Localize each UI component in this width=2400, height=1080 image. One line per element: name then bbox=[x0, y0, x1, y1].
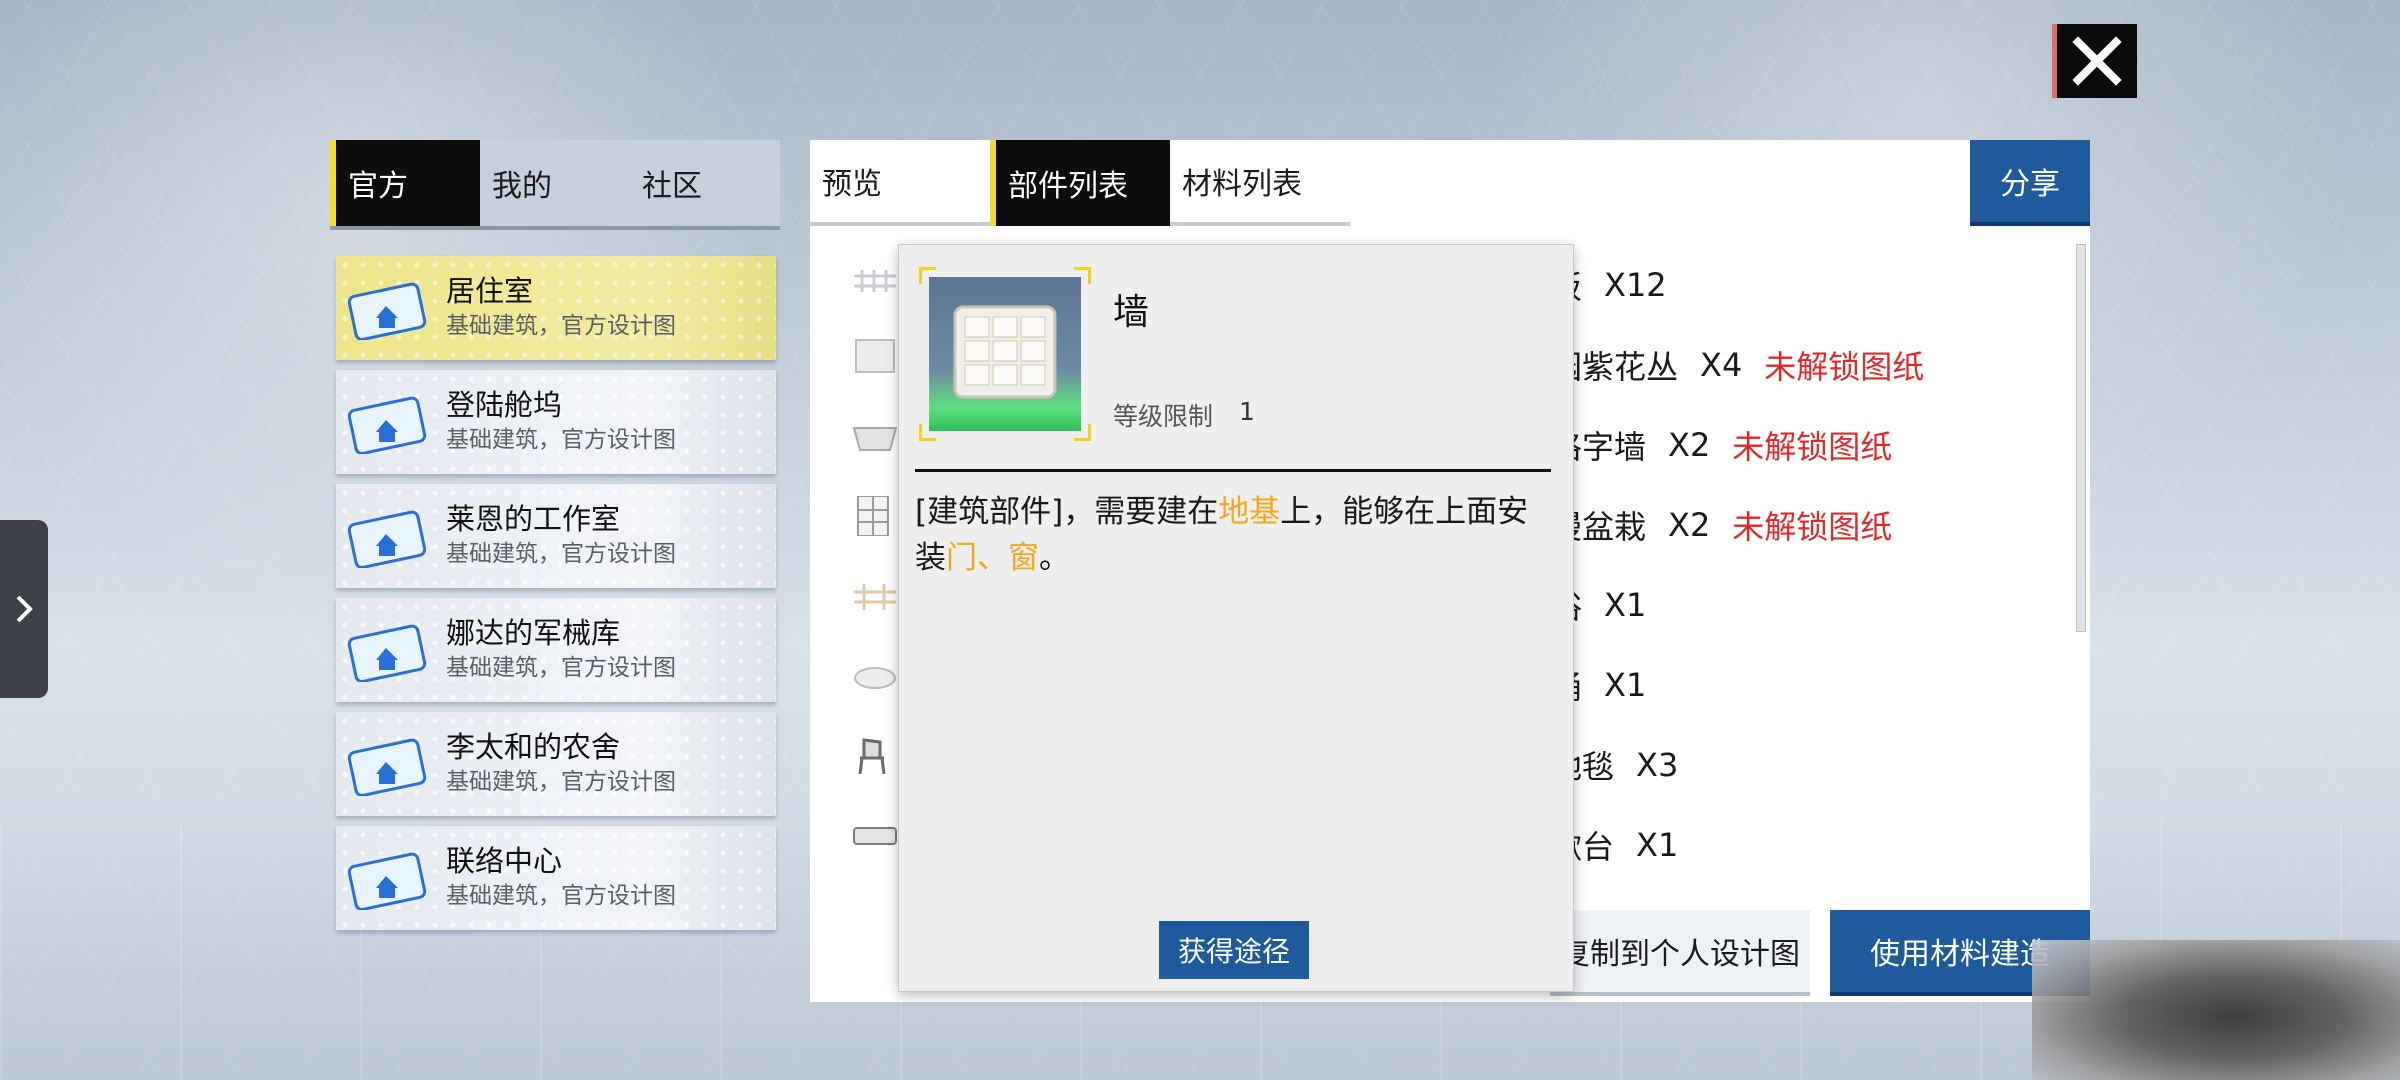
part-description: [建筑部件]，需要建在地基上，能够在上面安装门、窗。 bbox=[915, 489, 1555, 581]
blueprint-icon bbox=[347, 510, 427, 568]
floor-part-icon bbox=[854, 270, 896, 292]
level-limit-label: 等级限制 bbox=[1113, 402, 1214, 431]
design-title: 联络中心 bbox=[446, 844, 563, 878]
design-subtitle: 基础建筑，官方设计图 bbox=[446, 541, 676, 567]
blueprint-icon bbox=[347, 852, 427, 910]
material-row: 格字墙 X2 未解锁图纸 bbox=[1550, 420, 1892, 470]
desc-highlight-door-window: 门、窗 bbox=[946, 540, 1039, 576]
material-qty: X2 bbox=[1668, 426, 1711, 464]
lattice-wall-part-icon bbox=[857, 496, 889, 536]
chair-part-icon bbox=[858, 738, 886, 775]
frame-corner bbox=[919, 267, 936, 284]
design-title: 居住室 bbox=[446, 274, 534, 308]
desc-text: 。 bbox=[1039, 540, 1070, 576]
material-qty: X2 bbox=[1668, 506, 1711, 544]
design-card-contact-center[interactable]: 联络中心 基础建筑，官方设计图 bbox=[336, 826, 776, 930]
level-limit-value: 1 bbox=[1239, 397, 1255, 426]
divider bbox=[915, 469, 1551, 472]
desc-text: [建筑部件]，需要建在 bbox=[915, 494, 1219, 530]
chevron-right-icon bbox=[16, 595, 33, 623]
tab-preview[interactable]: 预览 bbox=[810, 140, 990, 226]
detail-tabs: 预览 部件列表 材料列表 bbox=[810, 140, 1350, 226]
copy-to-personal-button[interactable]: 复制到个人设计图 bbox=[1550, 910, 1810, 996]
design-card-farmhouse[interactable]: 李太和的农舍 基础建筑，官方设计图 bbox=[336, 712, 776, 816]
material-qty: X1 bbox=[1604, 586, 1647, 624]
close-button[interactable] bbox=[2052, 24, 2137, 98]
wall-part-icon bbox=[855, 339, 895, 373]
obtain-method-button[interactable]: 获得途径 bbox=[1159, 921, 1309, 979]
material-row: 园紫花丛 X4 未解锁图纸 bbox=[1550, 340, 1924, 390]
design-subtitle: 基础建筑，官方设计图 bbox=[446, 313, 676, 339]
material-note: 未解锁图纸 bbox=[1764, 348, 1925, 386]
material-qty: X3 bbox=[1636, 746, 1679, 784]
design-subtitle: 基础建筑，官方设计图 bbox=[446, 769, 676, 795]
material-qty: X12 bbox=[1604, 266, 1667, 304]
material-qty: X1 bbox=[1636, 826, 1679, 864]
design-title: 娜达的军械库 bbox=[446, 616, 621, 650]
blueprint-icon bbox=[347, 282, 427, 340]
materials-scrollbar[interactable] bbox=[2076, 244, 2086, 632]
frame-corner bbox=[1074, 424, 1091, 441]
tab-mine[interactable]: 我的 bbox=[480, 140, 630, 226]
side-panel-toggle[interactable] bbox=[0, 520, 48, 698]
design-card-living-room[interactable]: 居住室 基础建筑，官方设计图 bbox=[336, 256, 776, 360]
tab-official[interactable]: 官方 bbox=[330, 140, 480, 226]
material-qty: X4 bbox=[1700, 346, 1743, 384]
material-row: 漫盆栽 X2 未解锁图纸 bbox=[1550, 500, 1892, 550]
material-qty: X1 bbox=[1604, 666, 1647, 704]
material-note: 未解锁图纸 bbox=[1732, 428, 1893, 466]
design-card-armory[interactable]: 娜达的军械库 基础建筑，官方设计图 bbox=[336, 598, 776, 702]
frame-corner bbox=[919, 424, 936, 441]
design-card-landing-dock[interactable]: 登陆舱坞 基础建筑，官方设计图 bbox=[336, 370, 776, 474]
design-subtitle: 基础建筑，官方设计图 bbox=[446, 655, 676, 681]
tab-community[interactable]: 社区 bbox=[630, 140, 780, 226]
desc-highlight-foundation: 地基 bbox=[1218, 494, 1281, 530]
design-title: 登陆舱坞 bbox=[446, 388, 563, 422]
part-thumbnail bbox=[919, 267, 1091, 441]
tab-materials-list[interactable]: 材料列表 bbox=[1170, 140, 1350, 226]
wall-thumbnail-icon bbox=[953, 305, 1057, 399]
design-title: 李太和的农舍 bbox=[446, 730, 621, 764]
share-button[interactable]: 分享 bbox=[1970, 140, 2090, 226]
minimap-overlay bbox=[2032, 940, 2400, 1080]
design-list: 居住室 基础建筑，官方设计图 登陆舱坞 基础建筑，官方设计图 莱恩的工作室 基础… bbox=[336, 256, 776, 940]
tab-parts-list[interactable]: 部件列表 bbox=[990, 140, 1170, 226]
part-detail-popup: 墙 等级限制 1 [建筑部件]，需要建在地基上，能够在上面安装门、窗。 获得途径 bbox=[898, 244, 1574, 992]
planter-part-icon bbox=[852, 427, 898, 451]
design-title: 莱恩的工作室 bbox=[446, 502, 621, 536]
design-subtitle: 基础建筑，官方设计图 bbox=[446, 883, 676, 909]
design-card-workshop[interactable]: 莱恩的工作室 基础建筑，官方设计图 bbox=[336, 484, 776, 588]
bathtub-part-icon bbox=[854, 667, 896, 689]
blueprint-icon bbox=[347, 738, 427, 796]
blueprint-icon bbox=[347, 396, 427, 454]
part-title: 墙 bbox=[1113, 292, 1150, 333]
close-icon bbox=[2072, 36, 2122, 86]
blueprint-icon bbox=[347, 624, 427, 682]
sink-part-icon bbox=[853, 827, 897, 845]
frame-part-icon bbox=[854, 584, 896, 610]
design-subtitle: 基础建筑，官方设计图 bbox=[446, 427, 676, 453]
frame-corner bbox=[1074, 267, 1091, 284]
design-source-tabs: 官方 我的 社区 bbox=[330, 140, 780, 230]
material-note: 未解锁图纸 bbox=[1732, 508, 1893, 546]
